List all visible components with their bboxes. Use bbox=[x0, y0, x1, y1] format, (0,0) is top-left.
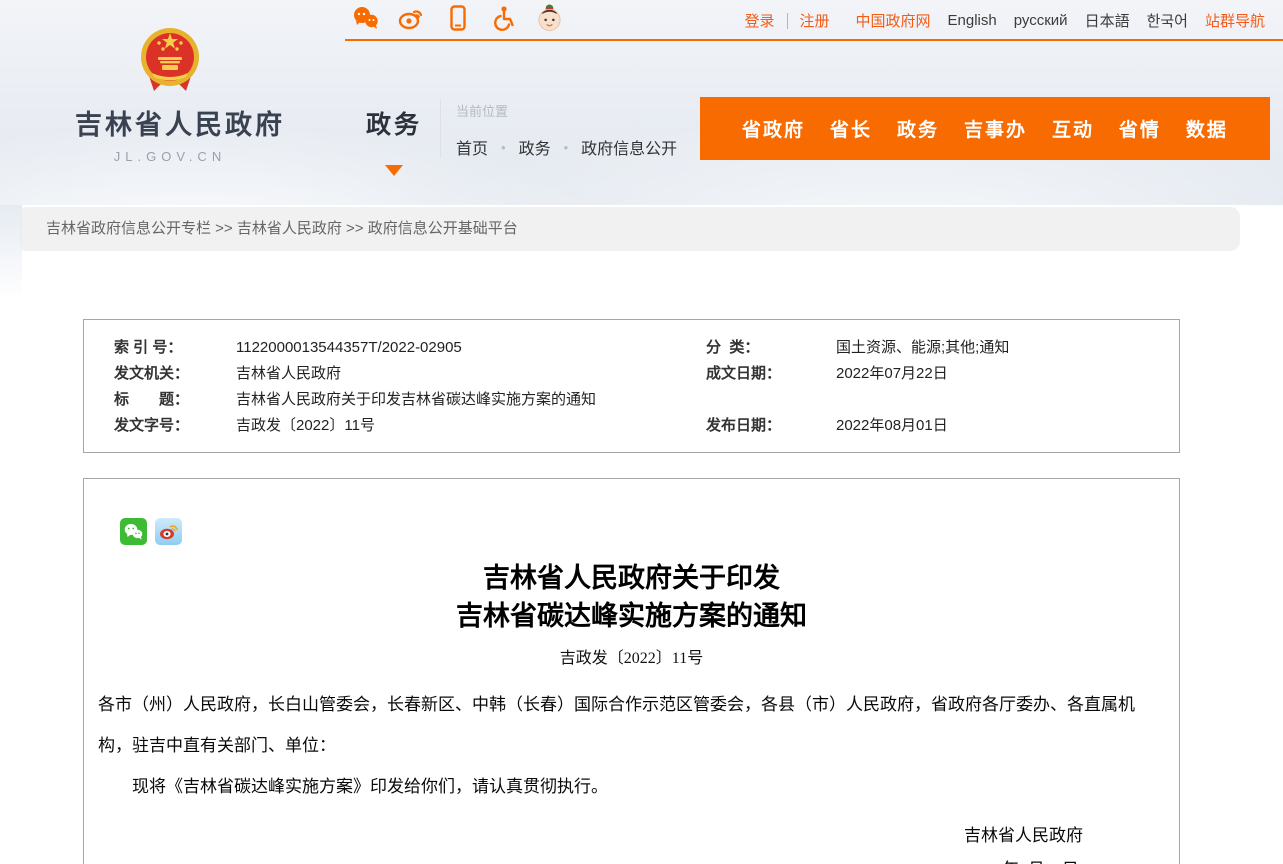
meta-value-doc-number: 吉政发〔2022〕11号 bbox=[236, 413, 375, 439]
section-block: 政务 bbox=[358, 105, 430, 176]
mobile-icon[interactable] bbox=[444, 4, 471, 31]
weibo-share-icon[interactable] bbox=[155, 518, 182, 545]
main-nav: 省政府 省长 政务 吉事办 互动 省情 数据 bbox=[700, 97, 1270, 160]
path-bar: 吉林省政府信息公开专栏 >> 吉林省人民政府 >> 政府信息公开基础平台 bbox=[20, 207, 1240, 251]
nav-item-data[interactable]: 数据 bbox=[1186, 115, 1228, 142]
nav-item-provincial-gov[interactable]: 省政府 bbox=[742, 115, 805, 142]
meta-value-written-date: 2022年07月22日 bbox=[836, 361, 948, 387]
chevron-down-icon[interactable] bbox=[385, 165, 403, 176]
meta-row: 发文字号： 吉政发〔2022〕11号 发布日期： 2022年08月01日 bbox=[84, 413, 1179, 439]
site-title: 吉林省人民政府 bbox=[75, 103, 265, 142]
signature-org: 吉林省人民政府 bbox=[964, 819, 1083, 853]
body-paragraph-recipients: 各市（州）人民政府，长白山管委会，长春新区、中韩（长春）国际合作示范区管委会，各… bbox=[98, 684, 1165, 766]
document-content: 吉林省人民政府关于印发 吉林省碳达峰实施方案的通知 吉政发〔2022〕11号 各… bbox=[83, 478, 1180, 864]
auth-separator bbox=[787, 13, 788, 29]
nav-item-governor[interactable]: 省长 bbox=[830, 115, 872, 142]
breadcrumb-home[interactable]: 首页 bbox=[456, 135, 488, 159]
breadcrumb: 首页 • 政务 • 政府信息公开 bbox=[456, 135, 677, 159]
meta-label-title: 标 题： bbox=[114, 387, 236, 413]
document-body: 各市（州）人民政府，长白山管委会，长春新区、中韩（长春）国际合作示范区管委会，各… bbox=[98, 684, 1165, 807]
meta-label-issuing-agency: 发文机关： bbox=[114, 361, 236, 387]
signature-block: 吉林省人民政府 2022年7月22日 bbox=[964, 819, 1083, 864]
korean-link[interactable]: 한국어 bbox=[1147, 10, 1188, 31]
meta-row: 索 引 号： 1122000013544357T/2022-02905 分 类：… bbox=[84, 335, 1179, 361]
meta-label-publish-date: 发布日期： bbox=[706, 413, 836, 439]
site-domain: JL.GOV.CN bbox=[75, 149, 265, 164]
breadcrumb-zhengwu[interactable]: 政务 bbox=[519, 135, 551, 159]
meta-value-category: 国土资源、能源;其他;通知 bbox=[836, 335, 1009, 361]
meta-value-title: 吉林省人民政府关于印发吉林省碳达峰实施方案的通知 bbox=[236, 387, 596, 413]
wechat-icon[interactable] bbox=[352, 4, 379, 31]
meta-row: 标 题： 吉林省人民政府关于印发吉林省碳达峰实施方案的通知 bbox=[84, 387, 1179, 413]
nav-item-province-info[interactable]: 省情 bbox=[1119, 115, 1161, 142]
share-buttons bbox=[120, 518, 1179, 545]
document-meta-table: 索 引 号： 1122000013544357T/2022-02905 分 类：… bbox=[83, 319, 1180, 453]
meta-value-publish-date: 2022年08月01日 bbox=[836, 413, 948, 439]
signature-date: 2022年7月22日 bbox=[964, 853, 1083, 864]
nav-item-interaction[interactable]: 互动 bbox=[1052, 115, 1094, 142]
register-link[interactable]: 注册 bbox=[800, 10, 830, 31]
meta-label-empty bbox=[706, 387, 836, 413]
russian-link[interactable]: русский bbox=[1014, 12, 1068, 29]
document-number: 吉政发〔2022〕11号 bbox=[84, 644, 1179, 668]
topbar-icons bbox=[352, 4, 563, 31]
document-title: 吉林省人民政府关于印发 吉林省碳达峰实施方案的通知 bbox=[84, 559, 1179, 635]
weibo-icon[interactable] bbox=[398, 4, 425, 31]
wechat-share-icon[interactable] bbox=[120, 518, 147, 545]
nav-item-zhengwu[interactable]: 政务 bbox=[897, 115, 939, 142]
topbar-divider bbox=[345, 39, 1283, 41]
meta-row: 发文机关： 吉林省人民政府 成文日期： 2022年07月22日 bbox=[84, 361, 1179, 387]
breadcrumb-dot: • bbox=[501, 140, 506, 155]
breadcrumb-info-disclosure[interactable]: 政府信息公开 bbox=[581, 135, 677, 159]
english-link[interactable]: English bbox=[948, 12, 997, 29]
gov-cn-link[interactable]: 中国政府网 bbox=[856, 10, 931, 31]
location-block: 当前位置 首页 • 政务 • 政府信息公开 bbox=[456, 101, 677, 159]
site-header: 登录 注册 中国政府网 English русский 日本語 한국어 站群导航 bbox=[0, 0, 1283, 205]
meta-label-index: 索 引 号： bbox=[114, 335, 236, 361]
document-title-line1: 吉林省人民政府关于印发 bbox=[84, 559, 1179, 597]
document-title-line2: 吉林省碳达峰实施方案的通知 bbox=[84, 597, 1179, 635]
site-nav-link[interactable]: 站群导航 bbox=[1205, 10, 1265, 31]
accessibility-icon[interactable] bbox=[490, 4, 517, 31]
section-label: 政务 bbox=[358, 105, 430, 141]
header-divider bbox=[440, 100, 441, 158]
meta-label-category: 分 类： bbox=[706, 335, 836, 361]
meta-value-index: 1122000013544357T/2022-02905 bbox=[236, 335, 462, 361]
breadcrumb-dot: • bbox=[564, 140, 569, 155]
topbar-links: 登录 注册 中国政府网 English русский 日本語 한국어 站群导航 bbox=[744, 10, 1265, 31]
location-label: 当前位置 bbox=[456, 101, 677, 120]
national-emblem-icon bbox=[138, 25, 202, 95]
site-logo[interactable]: 吉林省人民政府 JL.GOV.CN bbox=[75, 25, 265, 164]
body-paragraph-directive: 现将《吉林省碳达峰实施方案》印发给你们，请认真贯彻执行。 bbox=[98, 766, 1165, 807]
japanese-link[interactable]: 日本語 bbox=[1085, 10, 1130, 31]
mascot-icon[interactable] bbox=[536, 4, 563, 31]
left-edge-fade bbox=[0, 205, 22, 300]
login-link[interactable]: 登录 bbox=[744, 10, 774, 31]
meta-label-written-date: 成文日期： bbox=[706, 361, 836, 387]
meta-label-doc-number: 发文字号： bbox=[114, 413, 236, 439]
nav-item-jishiban[interactable]: 吉事办 bbox=[964, 115, 1027, 142]
meta-value-issuing-agency: 吉林省人民政府 bbox=[236, 361, 341, 387]
